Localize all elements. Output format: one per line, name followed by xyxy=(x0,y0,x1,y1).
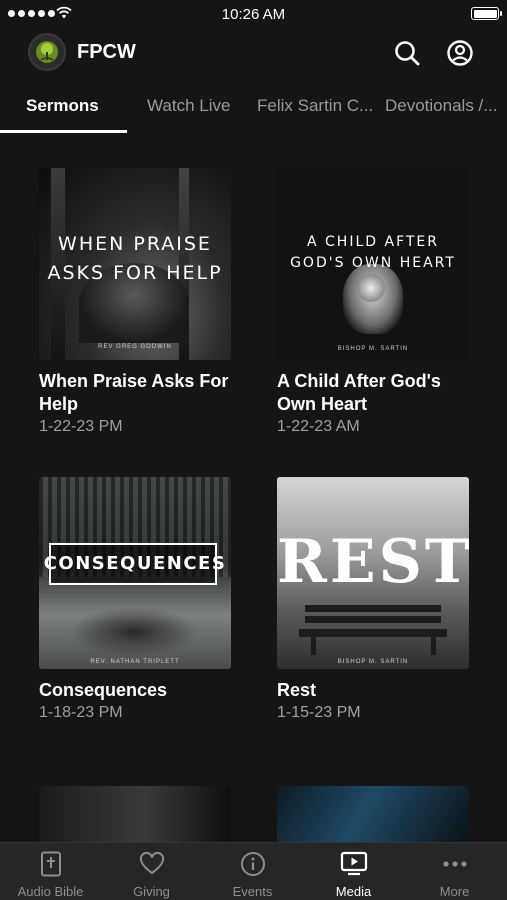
nav-label: Events xyxy=(232,884,273,899)
sermon-artwork[interactable] xyxy=(39,786,231,842)
active-tab-indicator xyxy=(0,130,127,133)
app-header: FPCW xyxy=(0,32,507,72)
sermon-date: 1-15-23 PM xyxy=(277,704,361,721)
artwork-title-line: ASKS FOR HELP xyxy=(47,262,223,284)
tab-watch-live[interactable]: Watch Live xyxy=(147,96,230,116)
artwork-caption: REV. NATHAN TRIPLETT xyxy=(90,659,180,665)
sermon-title: Consequences xyxy=(39,680,168,700)
nav-media[interactable]: Media xyxy=(303,843,404,900)
nav-events[interactable]: Events xyxy=(202,843,303,900)
app-title: FPCW xyxy=(77,41,136,63)
nav-label: Audio Bible xyxy=(17,884,84,899)
sermon-artwork[interactable]: A CHILD AFTER GOD'S OWN HEART BISHOP M. … xyxy=(277,168,469,360)
nav-label: Giving xyxy=(133,884,170,899)
sermon-card[interactable]: CONSEQUENCES REV. NATHAN TRIPLETT Conseq… xyxy=(39,477,231,722)
sermon-artwork[interactable] xyxy=(277,786,469,842)
heart-icon xyxy=(139,852,164,875)
nav-label: Media xyxy=(335,884,372,899)
tv-play-icon xyxy=(340,851,367,876)
nav-giving[interactable]: Giving xyxy=(101,843,202,900)
artwork-title-line: CONSEQUENCES xyxy=(43,553,227,574)
sermon-title: Rest xyxy=(277,680,317,700)
sermon-date: 1-22-23 PM xyxy=(39,418,123,435)
sermon-card[interactable]: WHEN PRAISE ASKS FOR HELP REV GREG GODWI… xyxy=(39,168,231,436)
tab-sermons[interactable]: Sermons xyxy=(26,96,99,116)
sermon-artwork[interactable]: CONSEQUENCES REV. NATHAN TRIPLETT xyxy=(39,477,231,669)
status-bar: 10:26 AM xyxy=(0,0,507,28)
battery-icon xyxy=(471,7,502,20)
nav-label: More xyxy=(439,884,470,899)
sermon-title: When Praise Asks For Help xyxy=(39,371,229,414)
sermon-artwork[interactable]: REST BISHOP M. SARTIN xyxy=(277,477,469,669)
search-icon xyxy=(395,41,420,66)
sermon-card[interactable]: REST BISHOP M. SARTIN Rest 1-15-23 PM xyxy=(277,477,469,722)
sermon-title: A Child After God's Own Heart xyxy=(277,371,441,414)
sermon-card[interactable] xyxy=(39,786,231,842)
sermon-artwork[interactable]: WHEN PRAISE ASKS FOR HELP REV GREG GODWI… xyxy=(39,168,231,360)
sermon-date: 1-22-23 AM xyxy=(277,418,360,435)
artwork-title-line: GOD'S OWN HEART xyxy=(290,255,456,271)
tree-logo-icon[interactable] xyxy=(28,33,66,71)
artwork-caption: REV GREG GODWIN xyxy=(98,344,172,350)
nav-audio-bible[interactable]: Audio Bible xyxy=(0,843,101,900)
tab-felix-sartin[interactable]: Felix Sartin C... xyxy=(257,96,373,116)
media-tabs: Sermons Watch Live Felix Sartin C... Dev… xyxy=(0,84,507,134)
artwork-caption: BISHOP M. SARTIN xyxy=(337,659,409,665)
more-dots-icon xyxy=(442,861,467,867)
artwork-title-line: REST xyxy=(277,527,469,597)
nav-more[interactable]: More xyxy=(404,843,505,900)
artwork-title-line: A CHILD AFTER xyxy=(307,234,439,250)
artwork-caption: BISHOP M. SARTIN xyxy=(337,346,409,352)
search-button[interactable] xyxy=(392,38,422,68)
sermon-card[interactable]: A CHILD AFTER GOD'S OWN HEART BISHOP M. … xyxy=(277,168,469,436)
info-icon xyxy=(240,852,265,876)
artwork-title-line: WHEN PRAISE xyxy=(58,233,212,255)
account-icon xyxy=(447,40,473,66)
bible-icon xyxy=(40,851,61,877)
bottom-navigation: Audio Bible Giving Events Media More xyxy=(0,842,507,900)
account-button[interactable] xyxy=(445,38,475,68)
status-time: 10:26 AM xyxy=(221,6,286,23)
tab-devotionals[interactable]: Devotionals /... xyxy=(385,96,497,116)
sermon-card[interactable] xyxy=(277,786,469,842)
sermon-date: 1-18-23 PM xyxy=(39,704,123,721)
